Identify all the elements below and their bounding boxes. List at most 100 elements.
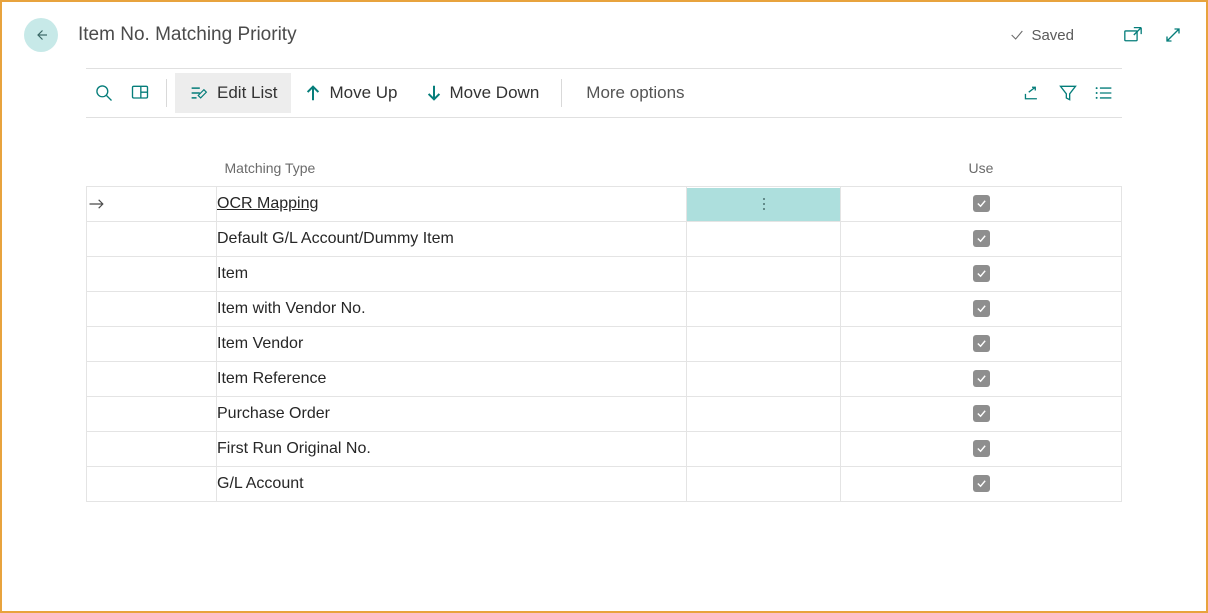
- matching-type-cell[interactable]: G/L Account: [217, 467, 687, 502]
- row-actions[interactable]: [687, 222, 841, 257]
- matching-type-cell[interactable]: Default G/L Account/Dummy Item: [217, 222, 687, 257]
- row-actions[interactable]: [687, 187, 841, 222]
- more-row-actions-icon: [687, 223, 840, 256]
- layout-button[interactable]: [122, 75, 158, 111]
- use-cell[interactable]: [841, 257, 1122, 292]
- row-selector[interactable]: [87, 187, 217, 222]
- matching-type-cell[interactable]: Item with Vendor No.: [217, 292, 687, 327]
- use-checkbox[interactable]: [973, 265, 990, 282]
- row-selector[interactable]: [87, 222, 217, 257]
- expand-button[interactable]: [1162, 24, 1184, 46]
- use-cell[interactable]: [841, 327, 1122, 362]
- row-selector[interactable]: [87, 467, 217, 502]
- move-down-button[interactable]: Move Down: [412, 73, 554, 113]
- matching-type-cell[interactable]: Purchase Order: [217, 397, 687, 432]
- table-row[interactable]: Item Vendor: [87, 327, 1122, 362]
- matching-type-value: G/L Account: [217, 475, 304, 492]
- list-icon: [1094, 84, 1114, 102]
- edit-list-button[interactable]: Edit List: [175, 73, 291, 113]
- share-icon: [1022, 84, 1042, 102]
- check-icon: [1009, 27, 1025, 43]
- matching-type-value: Default G/L Account/Dummy Item: [217, 230, 454, 247]
- row-actions[interactable]: [687, 257, 841, 292]
- share-button[interactable]: [1014, 75, 1050, 111]
- arrow-left-icon: [32, 26, 50, 44]
- more-row-actions-icon: [687, 363, 840, 396]
- row-selector[interactable]: [87, 432, 217, 467]
- toolbar-separator: [166, 79, 167, 107]
- row-actions[interactable]: [687, 467, 841, 502]
- list-view-button[interactable]: [1086, 75, 1122, 111]
- more-row-actions-icon: [687, 398, 840, 431]
- page-title: Item No. Matching Priority: [78, 24, 297, 46]
- use-checkbox[interactable]: [973, 370, 990, 387]
- row-actions[interactable]: [687, 292, 841, 327]
- row-selector[interactable]: [87, 292, 217, 327]
- matching-type-value: Item Vendor: [217, 335, 303, 352]
- table-row[interactable]: OCR Mapping: [87, 187, 1122, 222]
- row-actions[interactable]: [687, 432, 841, 467]
- use-cell[interactable]: [841, 222, 1122, 257]
- priority-table: Matching Type Use OCR Mapping Default G/L…: [86, 154, 1122, 502]
- edit-list-icon: [189, 84, 209, 102]
- use-cell[interactable]: [841, 362, 1122, 397]
- move-up-button[interactable]: Move Up: [291, 73, 411, 113]
- use-cell[interactable]: [841, 432, 1122, 467]
- filter-icon: [1058, 83, 1078, 103]
- edit-list-label: Edit List: [217, 83, 277, 103]
- col-actions-header: [687, 154, 841, 187]
- move-up-label: Move Up: [329, 83, 397, 103]
- row-actions[interactable]: [687, 397, 841, 432]
- use-cell[interactable]: [841, 467, 1122, 502]
- back-button[interactable]: [24, 18, 58, 52]
- table-row[interactable]: Default G/L Account/Dummy Item: [87, 222, 1122, 257]
- filter-button[interactable]: [1050, 75, 1086, 111]
- use-checkbox[interactable]: [973, 475, 990, 492]
- search-button[interactable]: [86, 75, 122, 111]
- matching-type-cell[interactable]: Item: [217, 257, 687, 292]
- table-row[interactable]: G/L Account: [87, 467, 1122, 502]
- matching-type-value: OCR Mapping: [217, 195, 318, 212]
- use-checkbox[interactable]: [973, 335, 990, 352]
- table-row[interactable]: Item Reference: [87, 362, 1122, 397]
- matching-type-value: Item: [217, 265, 248, 282]
- col-use-header[interactable]: Use: [841, 154, 1122, 187]
- table-row[interactable]: Item with Vendor No.: [87, 292, 1122, 327]
- matching-type-cell[interactable]: Item Reference: [217, 362, 687, 397]
- layout-icon: [130, 83, 150, 103]
- row-selector[interactable]: [87, 257, 217, 292]
- use-checkbox[interactable]: [973, 300, 990, 317]
- matching-type-cell[interactable]: First Run Original No.: [217, 432, 687, 467]
- matching-type-cell[interactable]: OCR Mapping: [217, 187, 687, 222]
- row-selector[interactable]: [87, 327, 217, 362]
- popout-icon: [1123, 26, 1143, 44]
- table-row[interactable]: Purchase Order: [87, 397, 1122, 432]
- row-selector[interactable]: [87, 362, 217, 397]
- more-row-actions-icon: [687, 468, 840, 501]
- open-in-new-window-button[interactable]: [1122, 24, 1144, 46]
- search-icon: [94, 83, 114, 103]
- matching-type-value: Item Reference: [217, 370, 326, 387]
- matching-type-value: First Run Original No.: [217, 440, 371, 457]
- more-row-actions-icon: [687, 293, 840, 326]
- use-checkbox[interactable]: [973, 195, 990, 212]
- use-checkbox[interactable]: [973, 230, 990, 247]
- row-actions[interactable]: [687, 362, 841, 397]
- more-row-actions-icon[interactable]: [687, 188, 840, 221]
- more-options-button[interactable]: More options: [570, 83, 700, 103]
- table-row[interactable]: Item: [87, 257, 1122, 292]
- more-row-actions-icon: [687, 328, 840, 361]
- table-row[interactable]: First Run Original No.: [87, 432, 1122, 467]
- use-checkbox[interactable]: [973, 440, 990, 457]
- matching-type-cell[interactable]: Item Vendor: [217, 327, 687, 362]
- use-cell[interactable]: [841, 397, 1122, 432]
- toolbar-separator: [561, 79, 562, 107]
- expand-icon: [1164, 26, 1182, 44]
- row-selector[interactable]: [87, 397, 217, 432]
- row-actions[interactable]: [687, 327, 841, 362]
- use-checkbox[interactable]: [973, 405, 990, 422]
- use-cell[interactable]: [841, 292, 1122, 327]
- col-selector-header: [87, 154, 217, 187]
- use-cell[interactable]: [841, 187, 1122, 222]
- col-matching-type-header[interactable]: Matching Type: [217, 154, 687, 187]
